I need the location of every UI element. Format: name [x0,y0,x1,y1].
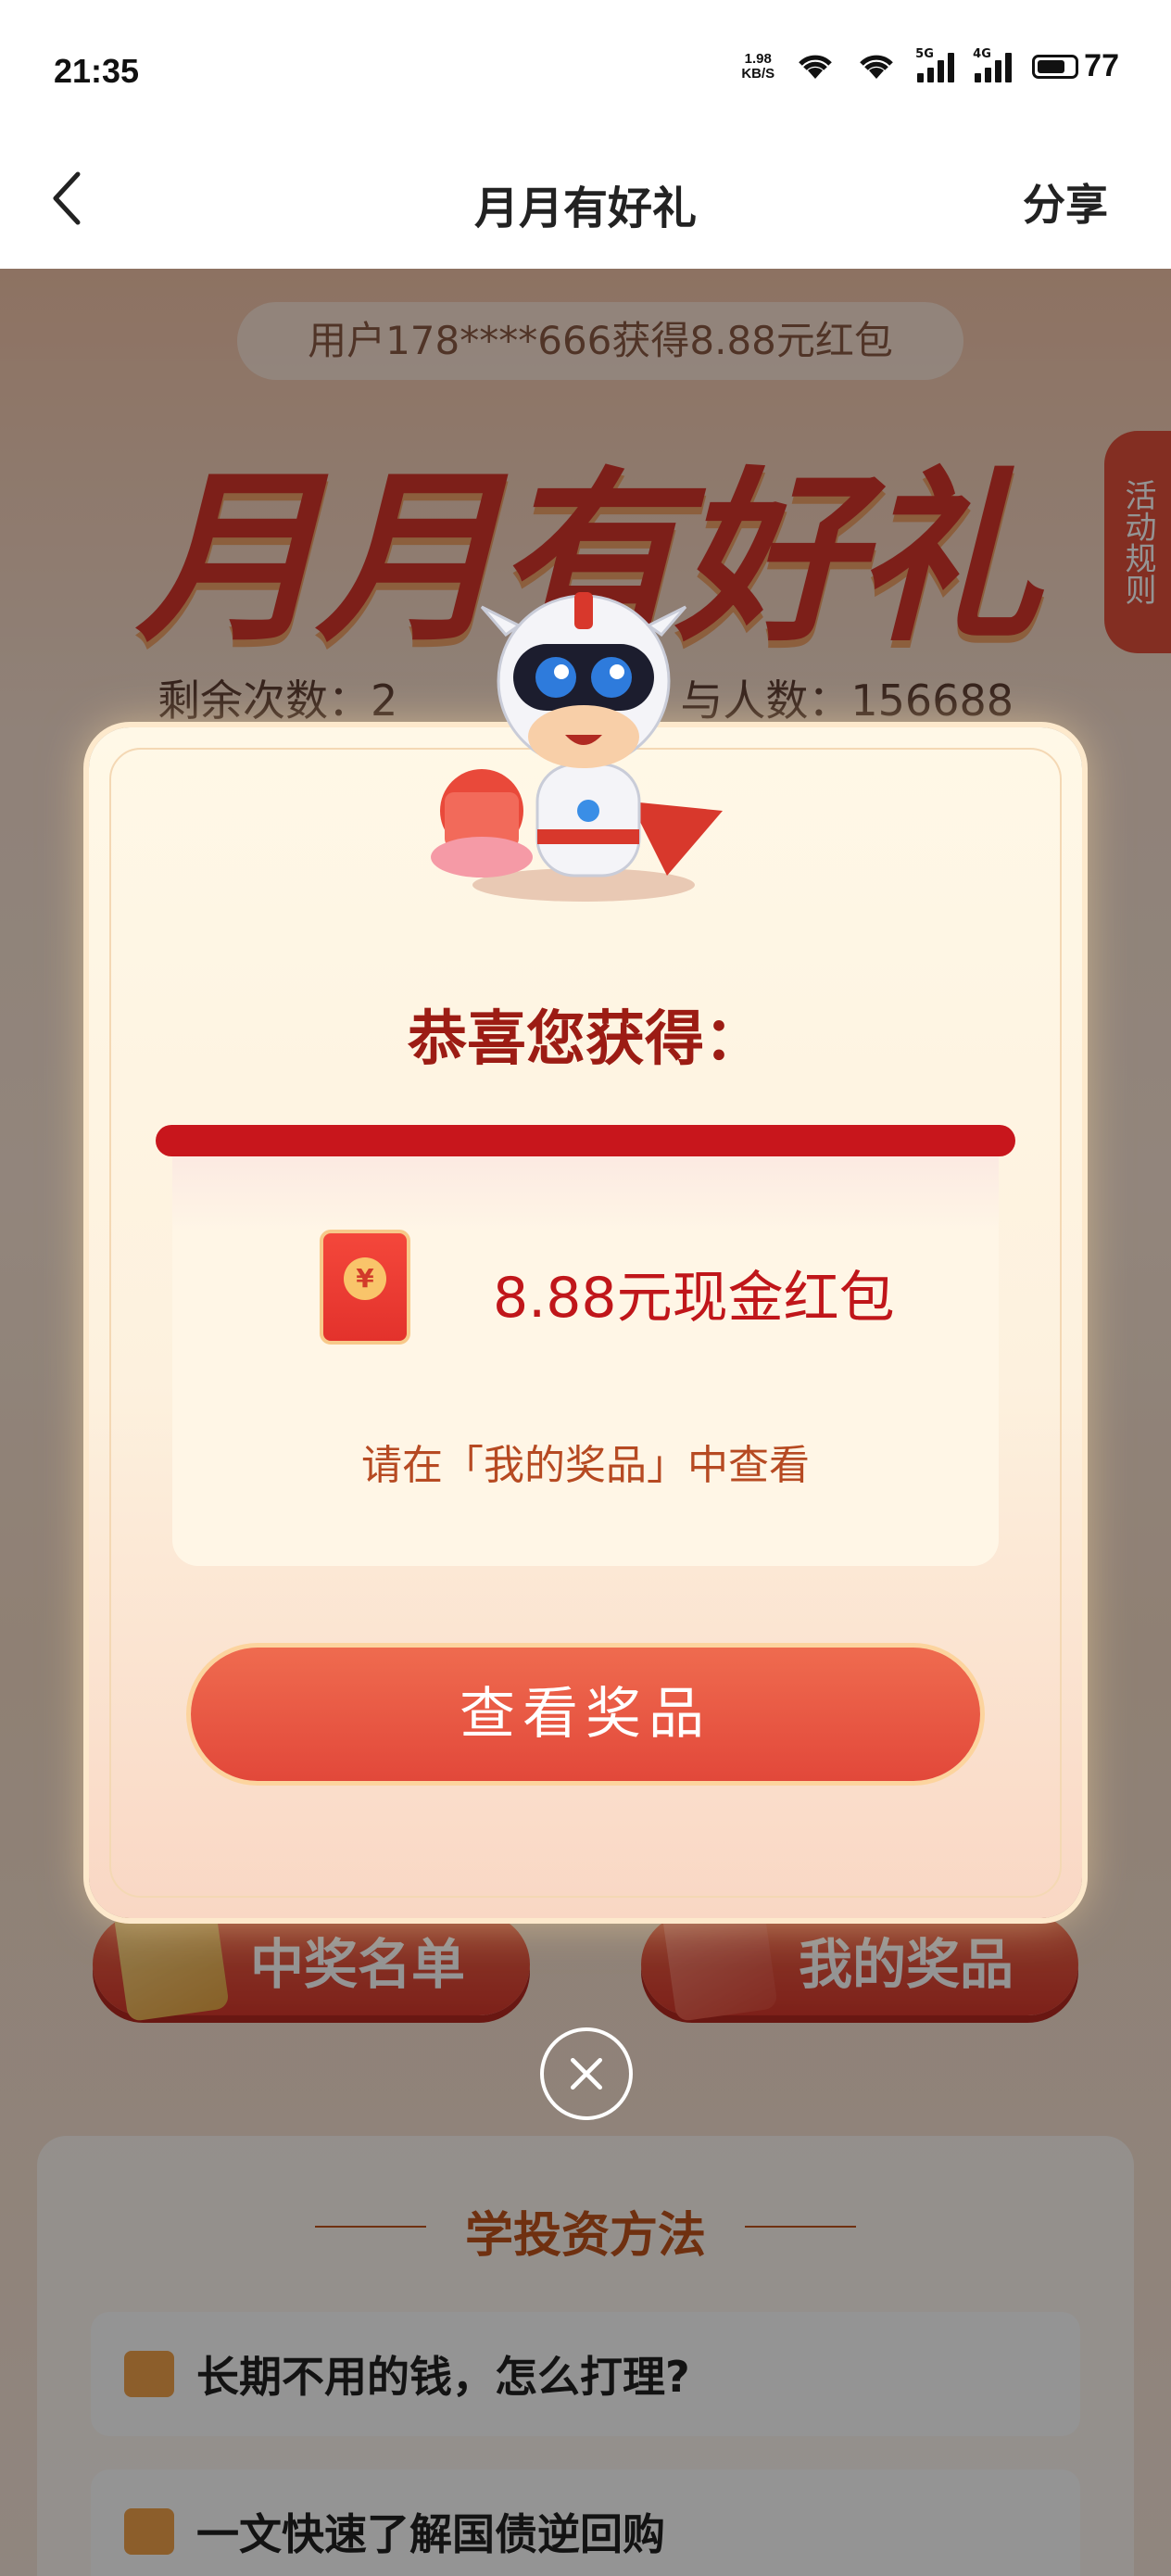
cell-signal-icon: 5G [915,47,955,82]
network-speed: 1.98 KB/S [741,50,775,82]
red-envelope-icon: ¥ [320,1230,410,1345]
prize-hint: 请在「我的奖品」中查看 [361,1442,810,1489]
prize-name: 8.88元现金红包 [493,1266,895,1331]
close-circle-icon[interactable] [540,2027,633,2120]
status-time: 21:35 [54,52,140,90]
battery-icon [1032,54,1079,79]
prize-card [172,1140,999,1566]
prize-slot-bar [156,1125,1015,1156]
modal-title: 恭喜您获得： [408,1005,763,1074]
yuan-icon: ¥ [344,1257,386,1300]
mascot-icon [431,592,723,902]
wifi-icon [799,55,832,79]
status-icons: 1.98 KB/S 5G 4G 77 [741,47,1119,84]
wifi-icon [860,55,893,79]
cell-signal-icon: 4G [973,47,1013,82]
share-button[interactable]: 分享 [1023,171,1108,233]
status-bar: 21:35 1.98 KB/S 5G 4G 77 [0,0,1171,139]
battery-indicator: 77 [1032,48,1119,84]
view-prize-button[interactable]: 查看奖品 [191,1648,980,1781]
page-title: 月月有好礼 [473,183,697,234]
